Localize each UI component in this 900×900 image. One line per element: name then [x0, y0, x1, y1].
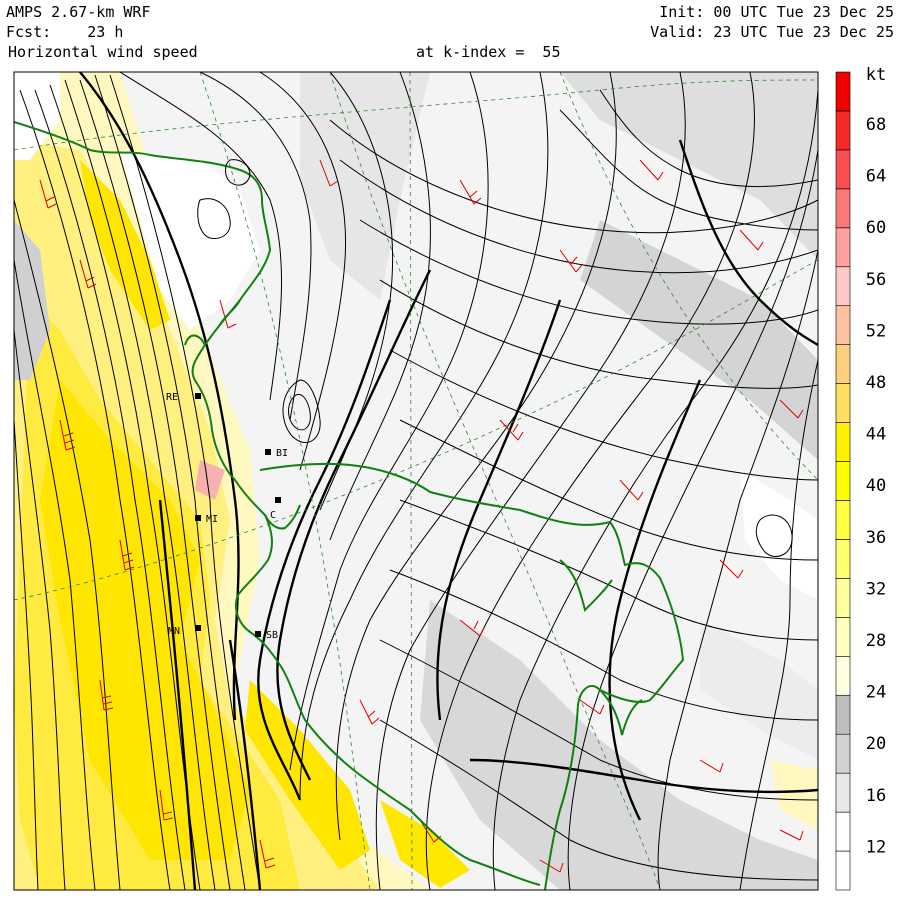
colorbar-swatch: [835, 694, 851, 735]
colorbar-tick-label: 52: [866, 321, 886, 341]
station-label: BI: [276, 448, 288, 459]
colorbar-swatch: [835, 850, 851, 891]
station-label: MI: [206, 514, 218, 525]
colorbar-tick-label: 32: [866, 579, 886, 599]
wind-speed-map: kt 68 64 60 56 52 48 44 40 36 32 28 24 20 16 12 BI SB RE M…: [13, 65, 886, 891]
colorbar-swatch: [835, 733, 851, 774]
colorbar-swatch: [835, 422, 851, 462]
colorbar-swatch: [835, 266, 851, 307]
colorbar-tick-label: 56: [866, 270, 886, 290]
colorbar-swatch: [835, 539, 851, 579]
colorbar-swatch: [835, 149, 851, 190]
field-name: Horizontal wind speed: [8, 43, 198, 61]
colorbar-swatch: [835, 500, 851, 540]
colorbar-swatch: [835, 811, 851, 852]
init-time: Init: 00 UTC Tue 23 Dec 25: [659, 3, 894, 21]
station-marker: [195, 515, 201, 521]
colorbar-swatch: [835, 461, 851, 501]
station-label: SB: [266, 630, 278, 641]
colorbar-tick-label: 60: [866, 218, 886, 238]
colorbar-swatch: [835, 578, 851, 618]
colorbar-swatch: [835, 344, 851, 384]
plot-area: [14, 72, 818, 890]
colorbar-tick-label: 40: [866, 476, 886, 496]
station-marker: [195, 393, 201, 399]
colorbar-tick-label: 28: [866, 631, 886, 651]
colorbar-tick-label: 16: [866, 786, 886, 806]
colorbar-swatch: [835, 772, 851, 813]
station-label: MN: [168, 626, 180, 637]
colorbar-swatch: [835, 383, 851, 423]
station-marker: [255, 631, 261, 637]
station-label: RE: [166, 392, 178, 403]
colorbar-tick-label: 36: [866, 528, 886, 548]
station-marker: [195, 625, 201, 631]
colorbar-unit: kt: [866, 65, 886, 85]
colorbar-swatch: [835, 110, 851, 151]
valid-time: Valid: 23 UTC Tue 23 Dec 25: [650, 23, 894, 41]
colorbar-tick-label: 20: [866, 734, 886, 754]
colorbar-tick-label: 44: [866, 425, 886, 445]
colorbar: kt 68 64 60 56 52 48 44 40 36 32 28 24 20 16 12: [835, 65, 886, 891]
station-marker: [265, 449, 271, 455]
colorbar-tick-label: 68: [866, 115, 886, 135]
colorbar-tick-label: 12: [866, 837, 886, 857]
colorbar-swatch: [835, 71, 851, 112]
station-marker: [275, 497, 281, 503]
colorbar-swatch: [835, 617, 851, 657]
vertical-level: at k-index = 55: [416, 43, 561, 61]
station-label: C: [270, 510, 276, 521]
forecast-hour: Fcst: 23 h: [6, 23, 124, 41]
colorbar-swatch: [835, 227, 851, 268]
model-title: AMPS 2.67-km WRF: [6, 3, 151, 21]
colorbar-tick-label: 24: [866, 683, 886, 703]
colorbar-swatch: [835, 305, 851, 345]
colorbar-tick-label: 64: [866, 167, 886, 187]
colorbar-swatch: [835, 655, 851, 696]
colorbar-swatch: [835, 188, 851, 229]
colorbar-tick-label: 48: [866, 373, 886, 393]
